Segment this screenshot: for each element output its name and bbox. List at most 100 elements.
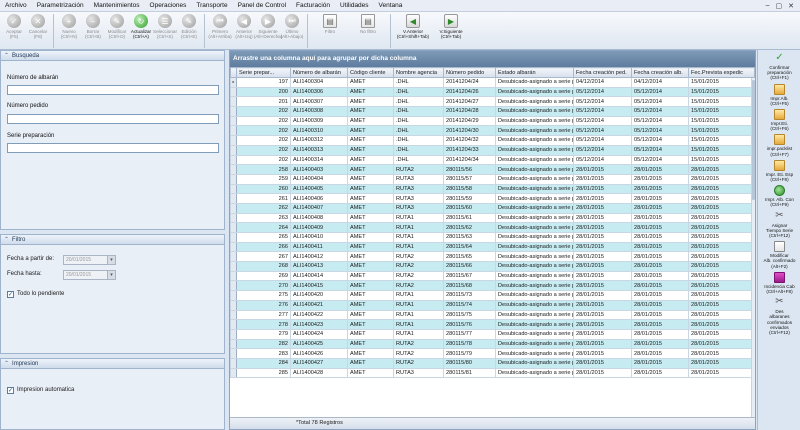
toolbar-button-next-window[interactable]: ▶ V.Siguiente (Ctrl+Tab) (432, 12, 470, 48)
table-cell[interactable]: ALI1400410 (290, 232, 348, 243)
table-cell[interactable]: 05/12/2014 (631, 144, 689, 156)
table-row[interactable]: 202 ALI1400310 AMET .DHL 20141204/30 Desubica… (230, 125, 755, 137)
table-cell[interactable]: 263 (236, 212, 291, 224)
table-cell[interactable]: 05/12/2014 (631, 86, 689, 98)
table-cell[interactable]: Desubicado-asignado a serie pr (495, 251, 574, 263)
table-cell[interactable]: 280115/75 (443, 309, 496, 321)
table-cell[interactable]: Desubicado-asignado a serie pr (495, 357, 574, 369)
table-cell[interactable]: RUTA3 (393, 193, 444, 204)
table-cell[interactable]: 280115/80 (443, 357, 496, 369)
table-cell[interactable]: RUTA1 (393, 212, 444, 224)
column-header[interactable]: Código cliente (347, 67, 394, 78)
table-cell[interactable]: 28/01/2015 (688, 193, 755, 204)
table-cell[interactable]: 28/01/2015 (573, 328, 632, 340)
table-cell[interactable]: 20141204/34 (443, 154, 496, 166)
table-cell[interactable]: ALI1400308 (290, 106, 348, 117)
table-cell[interactable]: .DHL (393, 96, 444, 108)
table-cell[interactable]: 28/01/2015 (631, 164, 689, 175)
table-cell[interactable]: ALI1400304 (290, 77, 348, 88)
table-row[interactable]: 284 ALI1400427 AMET RUTA2 280115/80 Desubicad… (230, 357, 755, 369)
table-cell[interactable]: 28/01/2015 (631, 290, 689, 301)
table-cell[interactable]: 28/01/2015 (573, 222, 632, 233)
table-cell[interactable]: 28/01/2015 (688, 164, 755, 175)
table-row[interactable]: 276 ALI1400421 AMET RUTA1 280115/74 Desubicad… (230, 299, 755, 311)
table-cell[interactable]: RUTA1 (393, 290, 444, 301)
table-cell[interactable]: 20141204/28 (443, 106, 496, 117)
table-cell[interactable]: RUTA2 (393, 251, 444, 263)
table-cell[interactable]: AMET (347, 77, 394, 88)
action-button-1[interactable]: Impr.Alb. (Ctrl+F5) (758, 83, 800, 106)
table-cell[interactable]: RUTA2 (393, 280, 444, 292)
toolbar-button-prev-window[interactable]: ◀ V.Anterior (Ctrl+Shift+Tab) (394, 12, 432, 48)
table-cell[interactable]: 280115/58 (443, 183, 496, 195)
table-cell[interactable]: .DHL (393, 135, 444, 146)
table-row[interactable]: 262 ALI1400407 AMET RUTA3 280115/60 Desubicad… (230, 202, 755, 214)
table-cell[interactable]: 28/01/2015 (631, 173, 689, 185)
table-cell[interactable]: 202 (236, 115, 291, 127)
table-cell[interactable]: 20141204/33 (443, 144, 496, 156)
menu-ventana[interactable]: Ventana (374, 0, 408, 12)
vertical-scrollbar[interactable] (751, 78, 755, 418)
table-cell[interactable]: 28/01/2015 (573, 348, 632, 359)
action-button-3[interactable]: impr.packlist (Ctrl+F7) (758, 134, 800, 157)
table-cell[interactable]: 284 (236, 357, 291, 369)
table-cell[interactable]: 280115/67 (443, 270, 496, 282)
table-cell[interactable]: Desubicado-asignado a serie pr (495, 202, 574, 214)
table-cell[interactable]: 28/01/2015 (688, 232, 755, 243)
table-cell[interactable]: 28/01/2015 (631, 212, 689, 224)
table-cell[interactable]: Desubicado-asignado a serie pr (495, 212, 574, 224)
table-cell[interactable]: 280115/66 (443, 261, 496, 272)
table-cell[interactable]: ALI1400428 (290, 367, 348, 379)
scrollbar-thumb[interactable] (752, 80, 755, 200)
table-cell[interactable]: 275 (236, 290, 291, 301)
table-cell[interactable]: ALI1400309 (290, 115, 348, 127)
table-cell[interactable]: 28/01/2015 (688, 173, 755, 185)
toolbar-button-edit-mode[interactable]: ✎ Edición (Ctrl+E) (177, 12, 201, 48)
table-cell[interactable]: 280115/63 (443, 232, 496, 243)
table-cell[interactable]: AMET (347, 154, 394, 166)
table-cell[interactable]: ALI1400312 (290, 135, 348, 146)
table-cell[interactable]: 28/01/2015 (573, 232, 632, 243)
table-row[interactable]: 260 ALI1400405 AMET RUTA3 280115/58 Desubicad… (230, 183, 755, 195)
table-cell[interactable]: AMET (347, 212, 394, 224)
table-cell[interactable]: 202 (236, 106, 291, 117)
table-cell[interactable]: 20141204/30 (443, 125, 496, 137)
table-cell[interactable]: 28/01/2015 (688, 212, 755, 224)
table-cell[interactable]: 261 (236, 193, 291, 204)
table-cell[interactable]: 28/01/2015 (573, 367, 632, 379)
action-button-7[interactable]: Modificar Alb. confirmado (Alt+F2) (758, 241, 800, 269)
table-cell[interactable]: 28/01/2015 (631, 222, 689, 233)
table-cell[interactable]: 28/01/2015 (688, 290, 755, 301)
table-cell[interactable]: 15/01/2015 (688, 125, 755, 137)
table-cell[interactable]: ALI1400411 (290, 241, 348, 253)
table-cell[interactable]: Desubicado-asignado a serie pr (495, 290, 574, 301)
table-cell[interactable]: Desubicado-asignado a serie pr (495, 261, 574, 272)
menu-mantenimientos[interactable]: Mantenimientos (89, 0, 145, 12)
table-cell[interactable]: 28/01/2015 (573, 338, 632, 350)
table-cell[interactable]: 05/12/2014 (631, 125, 689, 137)
table-cell[interactable]: 280115/56 (443, 164, 496, 175)
table-cell[interactable]: 28/01/2015 (573, 241, 632, 253)
table-cell[interactable]: 05/12/2014 (573, 154, 632, 166)
table-cell[interactable]: RUTA1 (393, 328, 444, 340)
table-cell[interactable]: 28/01/2015 (631, 202, 689, 214)
table-cell[interactable]: 28/01/2015 (631, 232, 689, 243)
table-cell[interactable]: ALI1400424 (290, 328, 348, 340)
table-row[interactable]: 263 ALI1400408 AMET RUTA1 280115/61 Desubicad… (230, 212, 755, 224)
table-cell[interactable]: AMET (347, 309, 394, 321)
table-row[interactable]: 202 ALI1400308 AMET .DHL 20141204/28 Desubica… (230, 106, 755, 117)
table-cell[interactable]: 28/01/2015 (573, 212, 632, 224)
table-cell[interactable]: 280115/57 (443, 173, 496, 185)
table-cell[interactable]: Desubicado-asignado a serie pr (495, 232, 574, 243)
table-cell[interactable]: 05/12/2014 (573, 144, 632, 156)
table-cell[interactable]: Desubicado-asignado a serie pr (495, 154, 574, 166)
table-row[interactable]: 282 ALI1400425 AMET RUTA2 280115/78 Desubicad… (230, 338, 755, 350)
table-cell[interactable]: 268 (236, 261, 291, 272)
table-cell[interactable]: 05/12/2014 (573, 106, 632, 117)
table-cell[interactable]: 197 (236, 77, 291, 88)
action-button-2[interactable]: Impr.Eti. (Ctrl+F6) (758, 109, 800, 131)
table-cell[interactable]: AMET (347, 115, 394, 127)
column-header[interactable]: Número de albarán (290, 67, 348, 78)
table-row[interactable]: 278 ALI1400423 AMET RUTA1 280115/76 Desubicad… (230, 319, 755, 330)
table-cell[interactable]: AMET (347, 290, 394, 301)
